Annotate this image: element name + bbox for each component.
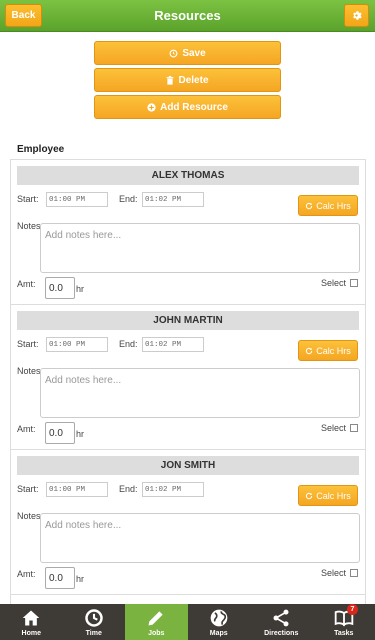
nav-item-time[interactable]: Time: [63, 604, 126, 640]
amt-input[interactable]: 0.0: [45, 277, 75, 299]
nav-item-directions[interactable]: Directions: [250, 604, 313, 640]
start-label: Start:: [17, 194, 39, 204]
refresh-icon: [306, 347, 313, 354]
notes-textarea[interactable]: Add notes here...: [40, 368, 360, 418]
employee-section-label: Employee: [17, 144, 65, 155]
start-label: Start:: [17, 484, 39, 494]
employee-name: JON SMITH: [17, 456, 359, 475]
clock-icon: [85, 609, 103, 627]
delete-label: Delete: [178, 74, 209, 86]
start-time-input[interactable]: 01:00 PM: [46, 482, 108, 497]
nav-item-tasks[interactable]: Tasks 7: [313, 604, 375, 640]
select-checkbox[interactable]: [350, 279, 358, 287]
refresh-icon: [306, 202, 313, 209]
gear-icon: [353, 11, 362, 20]
action-buttons: Save Delete Add Resource: [94, 41, 281, 122]
nav-item-maps[interactable]: Maps: [188, 604, 251, 640]
employee-card: ALEX THOMAS Start: 01:00 PM End: 01:02 P…: [11, 160, 365, 305]
hr-label: hr: [76, 574, 85, 584]
globe-icon: [210, 609, 228, 627]
bottom-nav: Home Time Jobs Maps Directions Tasks 7: [0, 604, 375, 640]
amt-input[interactable]: 0.0: [45, 422, 75, 444]
notes-label: Notes: [17, 511, 41, 521]
amt-label: Amt:: [17, 424, 36, 434]
add-resource-button[interactable]: Add Resource: [94, 95, 281, 119]
employee-name: JOHN MARTIN: [17, 311, 359, 330]
nav-item-home[interactable]: Home: [0, 604, 63, 640]
start-label: Start:: [17, 339, 39, 349]
end-label: End:: [119, 484, 138, 494]
amt-label: Amt:: [17, 569, 36, 579]
end-time-input[interactable]: 01:02 PM: [142, 192, 204, 207]
plus-icon: [147, 102, 156, 112]
calc-hrs-label: Calc Hrs: [316, 490, 351, 501]
select-checkbox[interactable]: [350, 424, 358, 432]
end-label: End:: [119, 339, 138, 349]
notes-textarea[interactable]: Add notes here...: [40, 223, 360, 273]
settings-button[interactable]: [344, 4, 369, 27]
select-label: Select: [321, 423, 347, 433]
start-time-input[interactable]: 01:00 PM: [46, 337, 108, 352]
delete-button[interactable]: Delete: [94, 68, 281, 92]
nav-label-directions: Directions: [264, 630, 299, 637]
employee-card: JON SMITH Start: 01:00 PM End: 01:02 PM …: [11, 450, 365, 595]
start-time-input[interactable]: 01:00 PM: [46, 192, 108, 207]
app-header: Back Resources: [0, 0, 375, 32]
nav-label-jobs: Jobs: [148, 630, 165, 637]
select-label: Select: [321, 568, 347, 578]
calc-hrs-button[interactable]: Calc Hrs: [298, 485, 358, 506]
nav-item-jobs[interactable]: Jobs: [125, 604, 188, 640]
page-title: Resources: [154, 8, 221, 23]
save-button[interactable]: Save: [94, 41, 281, 65]
employee-card: JOHN MARTIN Start: 01:00 PM End: 01:02 P…: [11, 305, 365, 450]
nav-label-home: Home: [21, 630, 41, 637]
employee-name: ALEX THOMAS: [17, 166, 359, 185]
end-time-input[interactable]: 01:02 PM: [142, 337, 204, 352]
select-label: Select: [321, 278, 347, 288]
notes-label: Notes: [17, 366, 41, 376]
calc-hrs-label: Calc Hrs: [316, 200, 351, 211]
home-icon: [22, 610, 40, 626]
hr-label: hr: [76, 284, 85, 294]
amt-label: Amt:: [17, 279, 36, 289]
add-resource-label: Add Resource: [160, 101, 228, 113]
calc-hrs-button[interactable]: Calc Hrs: [298, 340, 358, 361]
trash-icon: [167, 75, 174, 85]
calc-hrs-button[interactable]: Calc Hrs: [298, 195, 358, 216]
end-label: End:: [119, 194, 138, 204]
nav-label-maps: Maps: [209, 630, 228, 637]
employee-list[interactable]: ALEX THOMAS Start: 01:00 PM End: 01:02 P…: [10, 159, 366, 604]
save-label: Save: [182, 47, 206, 59]
hr-label: hr: [76, 429, 85, 439]
end-time-input[interactable]: 01:02 PM: [142, 482, 204, 497]
refresh-icon: [306, 492, 313, 499]
refresh-icon: [169, 49, 178, 57]
share-icon: [273, 609, 289, 627]
select-checkbox[interactable]: [350, 569, 358, 577]
notes-textarea[interactable]: Add notes here...: [40, 513, 360, 563]
calc-hrs-label: Calc Hrs: [316, 345, 351, 356]
pencil-icon: [148, 611, 163, 626]
tasks-badge: 7: [347, 604, 358, 615]
notes-label: Notes: [17, 221, 41, 231]
amt-input[interactable]: 0.0: [45, 567, 75, 589]
nav-label-time: Time: [85, 630, 102, 637]
nav-label-tasks: Tasks: [334, 630, 354, 637]
